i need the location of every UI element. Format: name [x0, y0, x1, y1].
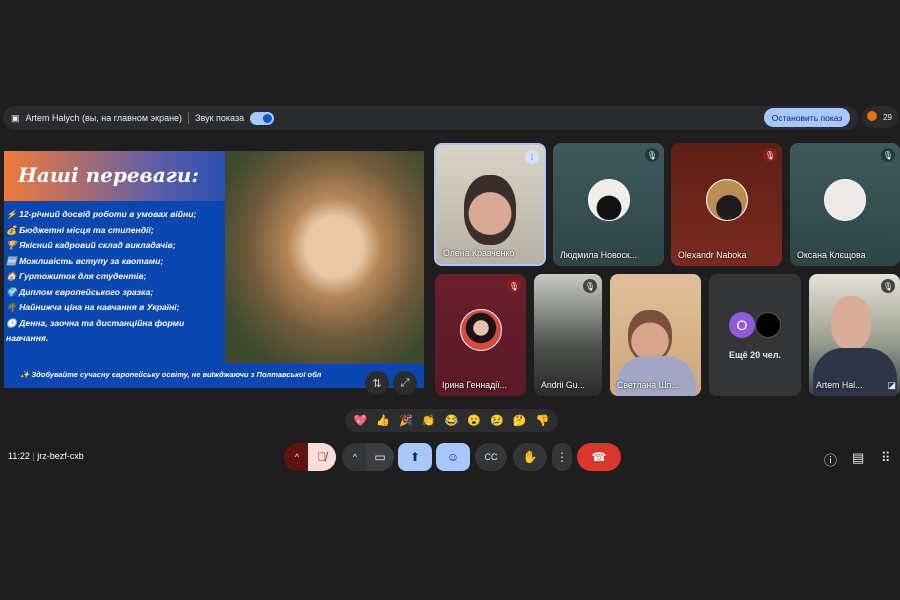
divider	[188, 112, 190, 124]
slide-footer: ✨ Здобувайте сучасну європейську освіту,…	[20, 370, 322, 379]
reaction-thumbs-up[interactable]: 👍	[376, 414, 390, 427]
info-icon[interactable]: ⓘ	[824, 450, 837, 469]
video-feed	[464, 175, 516, 245]
avatar	[824, 178, 866, 221]
reaction-clap[interactable]: 👏	[422, 414, 436, 427]
video-feed	[628, 310, 672, 362]
participant-name: Ірина Геннадії...	[442, 380, 507, 390]
slide-item: 🏠 Гуртожиток для студентів;	[6, 271, 147, 281]
reaction-heart[interactable]: 💖	[354, 414, 368, 427]
slide-item: 🆓 Можливість вступу за квотами;	[6, 255, 164, 266]
mic-off-icon: 🎙	[645, 148, 659, 162]
more-participants-tile[interactable]: O Ещё 20 чел.	[709, 274, 801, 396]
meeting-code: jrz-bezf-cxb	[37, 451, 84, 461]
speaking-icon: ⁞	[525, 150, 539, 164]
audio-options-button[interactable]: ^	[284, 443, 310, 471]
slide-item: 🌴 Найнижча ціна на навчання в Україні;	[6, 302, 180, 312]
slide-item: 🕒 Денна, заочна та дистанційна форми нав…	[6, 317, 185, 344]
participant-name: Olexandr Naboka	[678, 250, 747, 260]
reaction-thinking[interactable]: 🤔	[513, 414, 527, 427]
more-participants-label: Ещё 20 чел.	[728, 350, 782, 360]
participant-name: Artem Hal...	[816, 380, 863, 390]
avatar	[587, 178, 630, 221]
reactions-bar: 💖 👍 🎉 👏 😂 😮 😢 🤔 👎	[345, 409, 558, 432]
participant-tile[interactable]: 🎙 Andrii Gu...	[534, 274, 602, 396]
unpin-icon[interactable]: ⇅	[365, 371, 389, 395]
reaction-laugh[interactable]: 😂	[445, 414, 459, 427]
avatars-icon	[867, 111, 877, 121]
participant-tile[interactable]: 🎙 Оксана Клєщова	[790, 143, 900, 266]
participant-name: Оксана Клєщова	[797, 250, 866, 260]
mic-off-button[interactable]: 🎙̸	[308, 443, 336, 471]
slide-title: Наші переваги:	[18, 163, 199, 187]
reactions-button[interactable]: ☺	[436, 443, 470, 471]
presenting-bar: ▣ Artem Halych (вы, на главном экране) З…	[3, 106, 858, 130]
students-photo	[225, 151, 424, 364]
slide-item: 💰 Бюджетні місця та стипендії;	[6, 224, 154, 235]
participant-name: Andrii Gu...	[541, 380, 586, 390]
shared-slide: Наші переваги: ⚡ 12-річний досвід роботи…	[4, 151, 424, 388]
slide-item: ⚡ 12-річний досвід роботи в умовах війни…	[6, 209, 197, 219]
video-feed-body	[616, 356, 696, 396]
apps-grid-icon[interactable]: ⠿	[881, 450, 891, 466]
avatar: O	[729, 312, 755, 338]
raise-hand-button[interactable]: ✋	[513, 443, 547, 471]
video-options-button[interactable]: ^	[342, 443, 368, 471]
avatar	[755, 312, 781, 338]
end-call-button[interactable]: ☎	[577, 443, 621, 471]
present-button[interactable]: ⬆	[398, 443, 432, 471]
presenter-label: Artem Halych (вы, на главном экране)	[25, 113, 183, 123]
participant-tile[interactable]: 🎙 ◪ Artem Hal...	[809, 274, 900, 396]
present-icon: ▣	[11, 112, 20, 123]
pip-icon: ◪	[887, 380, 896, 390]
share-sound-toggle[interactable]	[250, 111, 275, 125]
participant-tile[interactable]: ⁞ Олена Кравченко	[434, 143, 546, 266]
participant-count: 29	[883, 112, 892, 122]
captions-button[interactable]: CC	[475, 443, 507, 471]
participant-tile[interactable]: Светлана Шп...	[610, 274, 701, 396]
reaction-surprised[interactable]: 😮	[467, 414, 481, 427]
reaction-party[interactable]: 🎉	[399, 414, 413, 427]
mic-off-icon: 🎙	[583, 279, 597, 293]
avatar	[459, 308, 502, 351]
video-feed	[831, 296, 871, 350]
sound-label: Звук показа	[195, 113, 245, 123]
stop-presenting-button[interactable]: Остановить показ	[764, 108, 850, 127]
participant-tile[interactable]: 🎙 Ірина Геннадії...	[435, 274, 526, 396]
reaction-sad[interactable]: 😢	[490, 414, 504, 427]
participant-name: Олена Кравченко	[443, 248, 515, 258]
camera-button[interactable]: ▭	[366, 443, 394, 471]
avatar	[705, 178, 748, 221]
mic-off-icon: 🎙	[763, 148, 777, 162]
clock: 11:22	[8, 451, 30, 461]
mic-off-icon: 🎙	[881, 279, 895, 293]
slide-item: 🏆 Якісний кадровий склад викладачів;	[6, 240, 176, 250]
fullscreen-icon[interactable]: ⤢	[393, 371, 417, 395]
mic-off-icon: 🎙	[881, 148, 895, 162]
participant-tile[interactable]: 🎙 Olexandr Naboka	[671, 143, 782, 266]
mic-off-icon: 🎙	[507, 279, 521, 293]
chat-icon[interactable]: ▤	[852, 450, 864, 466]
more-options-button[interactable]: ⋮	[552, 443, 572, 471]
participant-name: Людмила Новоск...	[560, 250, 638, 260]
slide-item: 🌍 Диплом європейського зразка;	[6, 286, 154, 297]
participant-tile[interactable]: 🎙 Людмила Новоск...	[553, 143, 664, 266]
participant-name: Светлана Шп...	[617, 380, 679, 390]
slide-list: ⚡ 12-річний досвід роботи в умовах війни…	[6, 207, 228, 347]
reaction-thumbs-down[interactable]: 👎	[536, 414, 550, 427]
meeting-info: 11:22 | jrz-bezf-cxb	[8, 451, 84, 461]
participants-button[interactable]: 29	[862, 106, 898, 128]
